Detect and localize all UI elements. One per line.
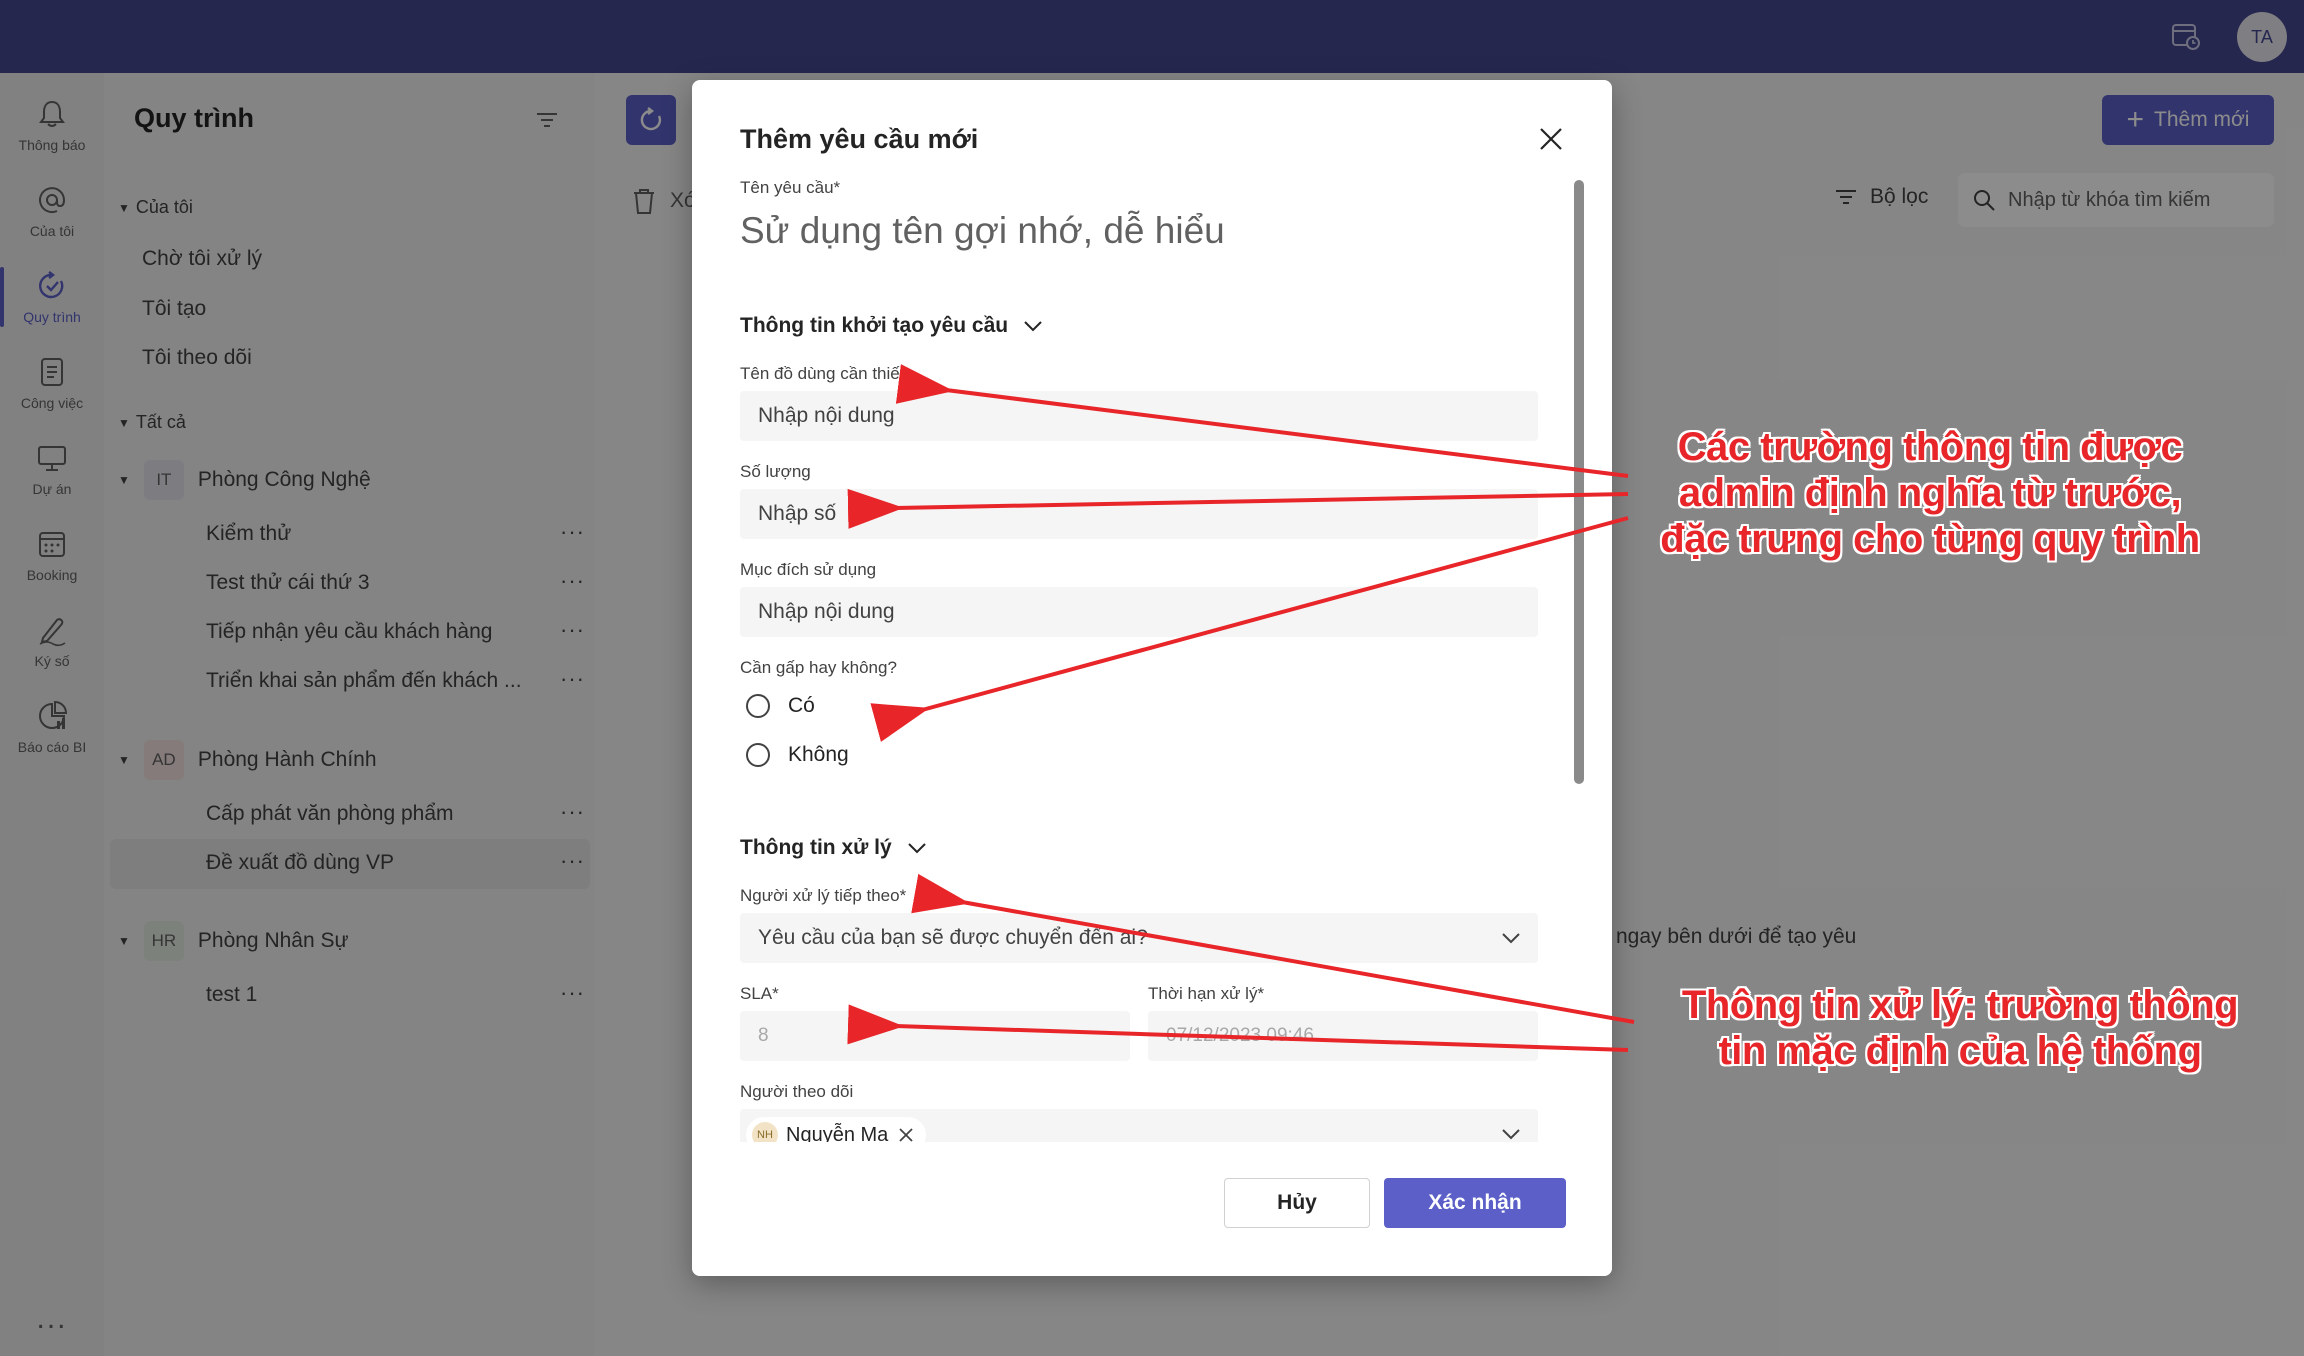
annotation-arrows — [847, 364, 1635, 1052]
arrow-to-sla — [847, 1004, 1629, 1052]
arrow-to-quantity — [847, 488, 1629, 529]
arrow-to-assignee — [911, 873, 1635, 1024]
annotation-default-fields: Thông tin xử lý: trường thông tin mặc đị… — [1681, 983, 2239, 1073]
annotation-custom-fields: Các trường thông tin được admin định ngh… — [1660, 425, 2200, 561]
arrow-to-item-name — [895, 364, 1629, 478]
arrow-to-urgent — [870, 516, 1629, 742]
